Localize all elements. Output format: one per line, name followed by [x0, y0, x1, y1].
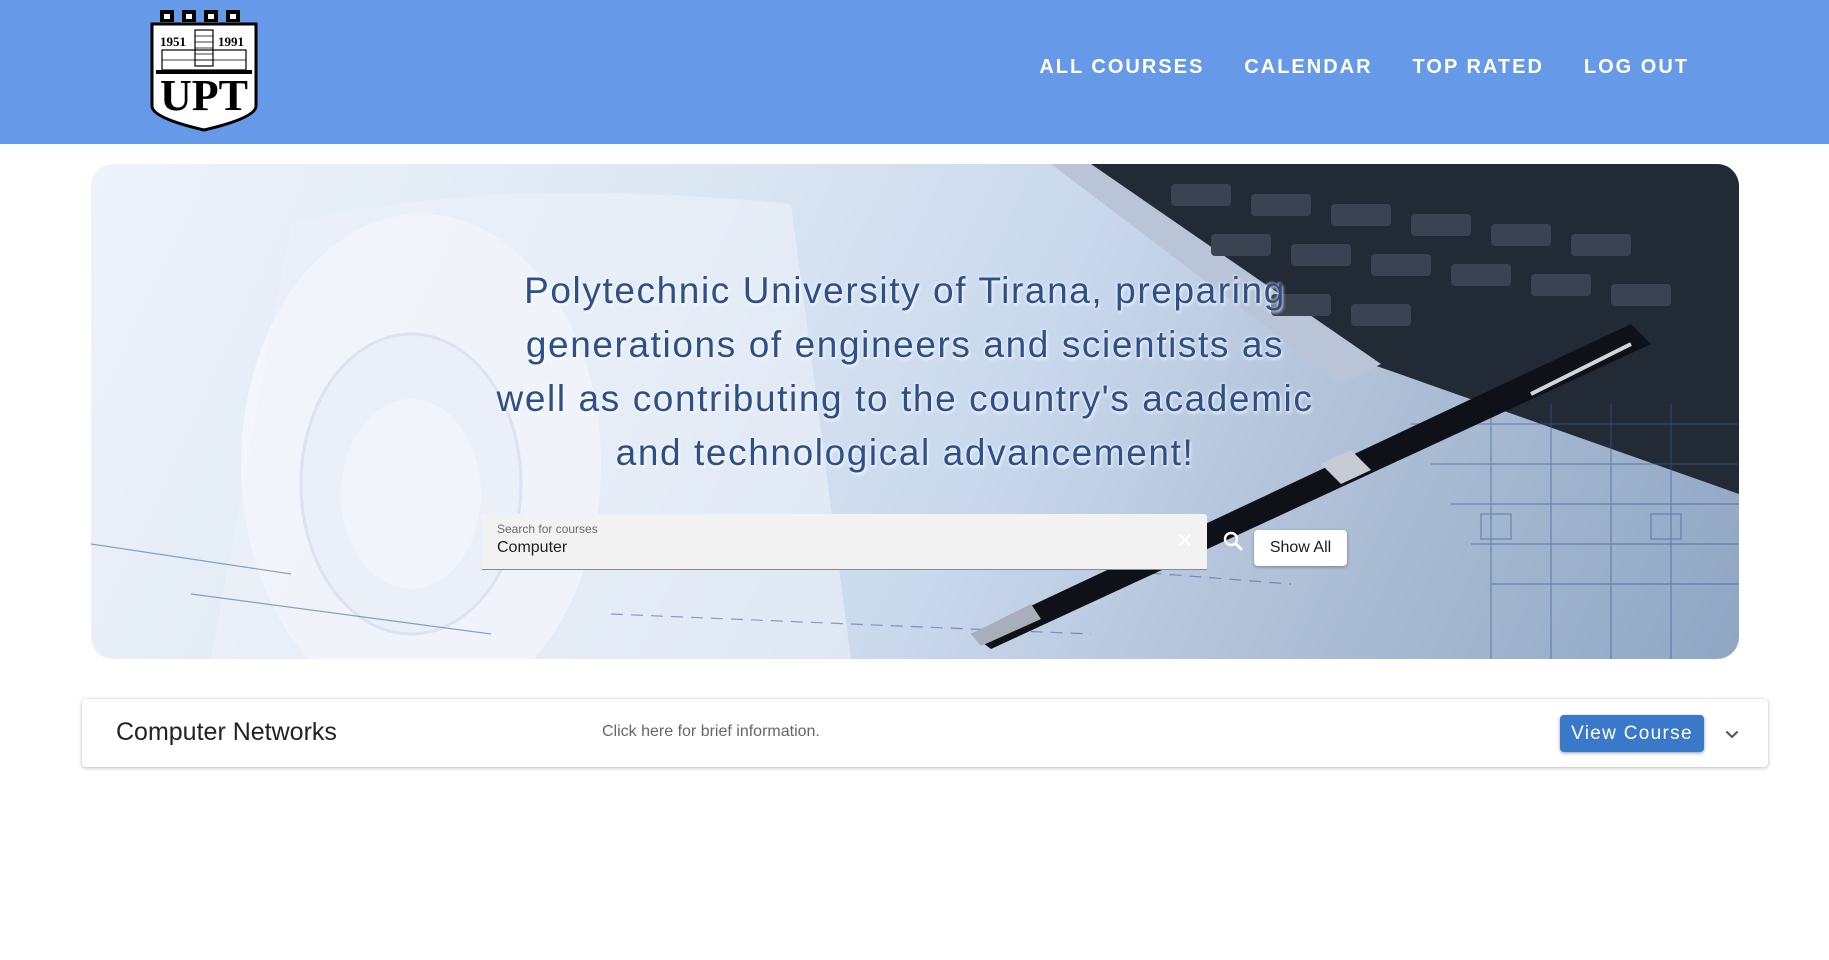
logo-year-left: 1951: [160, 34, 186, 49]
top-app-bar: 1951 1991 UPT ALL COURSES CALENDAR TOP R…: [0, 0, 1829, 144]
hero-banner: Polytechnic University of Tirana, prepar…: [91, 164, 1739, 659]
chevron-down-icon[interactable]: [1722, 724, 1742, 744]
nav-top-rated[interactable]: TOP RATED: [1413, 56, 1544, 79]
search-icon[interactable]: [1221, 529, 1245, 553]
course-info-hint[interactable]: Click here for brief information.: [602, 723, 820, 741]
upt-logo[interactable]: 1951 1991 UPT: [148, 6, 260, 132]
nav-calendar[interactable]: CALENDAR: [1244, 56, 1372, 79]
main-nav: ALL COURSES CALENDAR TOP RATED LOG OUT: [1039, 56, 1689, 79]
view-course-button[interactable]: View Course: [1560, 715, 1704, 752]
course-name: Computer Networks: [116, 718, 337, 746]
search-input[interactable]: [497, 537, 1137, 559]
course-search-field[interactable]: Search for courses ✕: [482, 514, 1207, 570]
course-list-item[interactable]: Computer Networks Click here for brief i…: [82, 699, 1768, 767]
nav-log-out[interactable]: LOG OUT: [1584, 56, 1689, 79]
clear-icon[interactable]: ✕: [1175, 530, 1195, 552]
search-label: Search for courses: [497, 522, 598, 536]
logo-year-right: 1991: [218, 34, 244, 49]
nav-all-courses[interactable]: ALL COURSES: [1039, 56, 1204, 79]
show-all-button[interactable]: Show All: [1254, 530, 1347, 566]
hero-title: Polytechnic University of Tirana, prepar…: [496, 270, 1314, 473]
logo-text: UPT: [160, 71, 248, 120]
